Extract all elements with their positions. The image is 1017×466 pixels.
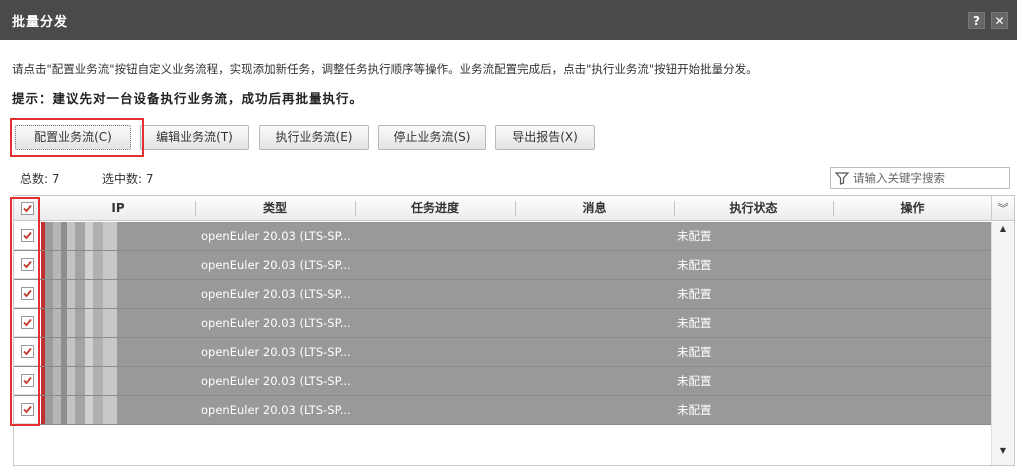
column-header-type[interactable]: 类型 bbox=[196, 196, 354, 221]
table-row[interactable]: openEuler 20.03 (LTS-SP... 未配置 bbox=[14, 396, 991, 425]
row-status: 未配置 bbox=[677, 345, 712, 359]
column-header-status[interactable]: 执行状态 bbox=[675, 196, 832, 221]
row-checkbox[interactable] bbox=[21, 258, 34, 271]
row-status: 未配置 bbox=[677, 403, 712, 417]
row-status: 未配置 bbox=[677, 316, 712, 330]
vertical-scrollbar[interactable]: ▲ ▼ bbox=[991, 222, 1014, 465]
ip-redacted bbox=[45, 367, 117, 395]
checkmark-icon bbox=[23, 318, 32, 327]
table-header: IP 类型 任务进度 消息 执行状态 操作 ︾ bbox=[14, 196, 1014, 221]
close-button[interactable]: ✕ bbox=[991, 12, 1008, 29]
row-checkbox[interactable] bbox=[21, 316, 34, 329]
row-checkbox[interactable] bbox=[21, 287, 34, 300]
row-type: openEuler 20.03 (LTS-SP... bbox=[201, 345, 351, 359]
edit-workflow-button[interactable]: 编辑业务流(T) bbox=[140, 125, 249, 150]
ip-redacted bbox=[45, 338, 117, 366]
ip-redacted bbox=[45, 280, 117, 308]
tip-text: 提示：建议先对一台设备执行业务流，成功后再批量执行。 bbox=[12, 91, 364, 106]
table-row[interactable]: openEuler 20.03 (LTS-SP... 未配置 bbox=[14, 338, 991, 367]
ip-redacted bbox=[45, 222, 117, 250]
checkmark-icon bbox=[23, 405, 32, 414]
instruction-text: 请点击"配置业务流"按钮自定义业务流程，实现添加新任务，调整任务执行顺序等操作。… bbox=[12, 62, 758, 76]
dialog-titlebar: 批量分发 ? ✕ bbox=[0, 0, 1017, 40]
execute-workflow-button[interactable]: 执行业务流(E) bbox=[259, 125, 369, 150]
row-status: 未配置 bbox=[677, 287, 712, 301]
config-workflow-button[interactable]: 配置业务流(C) bbox=[15, 125, 131, 150]
filter-icon bbox=[835, 172, 849, 185]
search-input[interactable] bbox=[853, 170, 1005, 186]
column-header-message[interactable]: 消息 bbox=[516, 196, 673, 221]
table-row[interactable]: openEuler 20.03 (LTS-SP... 未配置 bbox=[14, 309, 991, 338]
stop-workflow-button[interactable]: 停止业务流(S) bbox=[378, 125, 486, 150]
row-checkbox[interactable] bbox=[21, 403, 34, 416]
device-table: IP 类型 任务进度 消息 执行状态 操作 ︾ openEuler 20.03 … bbox=[13, 195, 1015, 466]
export-report-button[interactable]: 导出报告(X) bbox=[495, 125, 595, 150]
selected-count: 选中数: 7 bbox=[102, 172, 154, 186]
row-type: openEuler 20.03 (LTS-SP... bbox=[201, 229, 351, 243]
row-status: 未配置 bbox=[677, 229, 712, 243]
column-menu-chevron-icon[interactable]: ︾ bbox=[991, 196, 1014, 221]
column-header-progress[interactable]: 任务进度 bbox=[356, 196, 514, 221]
scroll-down-icon[interactable]: ▼ bbox=[997, 446, 1009, 456]
total-count: 总数: 7 bbox=[20, 172, 60, 186]
checkmark-icon bbox=[23, 289, 32, 298]
table-row[interactable]: openEuler 20.03 (LTS-SP... 未配置 bbox=[14, 251, 991, 280]
ip-redacted bbox=[45, 309, 117, 337]
row-type: openEuler 20.03 (LTS-SP... bbox=[201, 316, 351, 330]
table-row[interactable]: openEuler 20.03 (LTS-SP... 未配置 bbox=[14, 367, 991, 396]
row-type: openEuler 20.03 (LTS-SP... bbox=[201, 403, 351, 417]
ip-redacted bbox=[45, 251, 117, 279]
checkmark-icon bbox=[23, 347, 32, 356]
checkmark-icon bbox=[23, 204, 32, 213]
table-body: openEuler 20.03 (LTS-SP... 未配置 openEuler… bbox=[14, 222, 991, 452]
select-all-checkbox[interactable] bbox=[21, 202, 34, 215]
column-header-actions[interactable]: 操作 bbox=[834, 196, 991, 221]
row-type: openEuler 20.03 (LTS-SP... bbox=[201, 287, 351, 301]
row-type: openEuler 20.03 (LTS-SP... bbox=[201, 374, 351, 388]
table-row[interactable]: openEuler 20.03 (LTS-SP... 未配置 bbox=[14, 280, 991, 309]
row-checkbox[interactable] bbox=[21, 345, 34, 358]
row-checkbox[interactable] bbox=[21, 374, 34, 387]
checkmark-icon bbox=[23, 376, 32, 385]
row-status: 未配置 bbox=[677, 258, 712, 272]
ip-redacted bbox=[45, 396, 117, 424]
row-status: 未配置 bbox=[677, 374, 712, 388]
search-box[interactable] bbox=[830, 167, 1010, 189]
help-button[interactable]: ? bbox=[968, 12, 985, 29]
scroll-up-icon[interactable]: ▲ bbox=[997, 224, 1009, 234]
checkmark-icon bbox=[23, 231, 32, 240]
checkmark-icon bbox=[23, 260, 32, 269]
row-type: openEuler 20.03 (LTS-SP... bbox=[201, 258, 351, 272]
row-checkbox[interactable] bbox=[21, 229, 34, 242]
dialog-title: 批量分发 bbox=[12, 15, 69, 30]
table-row[interactable]: openEuler 20.03 (LTS-SP... 未配置 bbox=[14, 222, 991, 251]
column-header-ip[interactable]: IP bbox=[42, 196, 194, 221]
